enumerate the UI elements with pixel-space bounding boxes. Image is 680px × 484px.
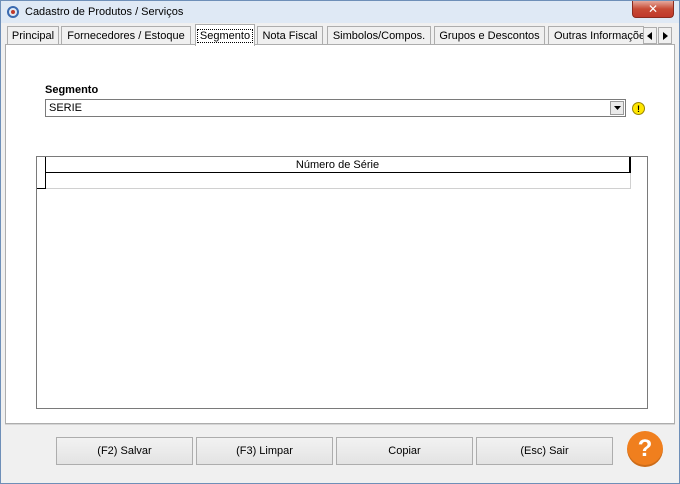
tab-simbolos-compos[interactable]: Simbolos/Compos.	[327, 26, 431, 45]
app-window: Cadastro de Produtos / Serviços ✕ Princi…	[0, 0, 680, 484]
chevron-down-icon	[613, 106, 621, 110]
grid-corner	[37, 157, 46, 173]
segmento-select[interactable]: SERIE	[45, 99, 626, 117]
tab-grupos-descontos[interactable]: Grupos e Descontos	[434, 26, 545, 45]
tab-nota-fiscal[interactable]: Nota Fiscal	[257, 26, 323, 45]
tab-segmento[interactable]: Segmento	[195, 24, 255, 46]
question-mark-icon: ?	[637, 435, 653, 462]
footer-divider	[5, 424, 675, 425]
close-icon: ✕	[647, 2, 659, 16]
save-button[interactable]: (F2) Salvar	[56, 437, 193, 465]
serial-number-grid[interactable]: Número de Série	[36, 156, 648, 409]
close-button[interactable]: ✕	[632, 1, 674, 18]
tab-page-segmento: Segmento SERIE ! Número de Série	[5, 44, 675, 424]
grid-cell[interactable]	[46, 173, 631, 189]
row-indicator[interactable]	[37, 173, 46, 189]
arrow-left-icon	[647, 31, 652, 40]
dropdown-button[interactable]	[610, 101, 624, 115]
tab-principal[interactable]: Principal	[7, 26, 59, 45]
warning-icon: !	[632, 102, 645, 115]
tab-fornecedores-estoque[interactable]: Fornecedores / Estoque	[61, 26, 191, 45]
segmento-label: Segmento	[45, 84, 99, 96]
clear-button[interactable]: (F3) Limpar	[196, 437, 333, 465]
copy-button[interactable]: Copiar	[336, 437, 473, 465]
tab-scroll-right-button[interactable]	[658, 27, 672, 44]
tab-outras-informacoes[interactable]: Outras Informações	[548, 26, 644, 45]
client-area: Principal Fornecedores / Estoque Segment…	[5, 23, 675, 480]
exit-button[interactable]: (Esc) Sair	[476, 437, 613, 465]
window-title: Cadastro de Produtos / Serviços	[25, 6, 184, 18]
help-button[interactable]: ?	[627, 431, 663, 467]
segmento-select-value: SERIE	[49, 102, 83, 114]
grid-column-header[interactable]: Número de Série	[46, 157, 631, 173]
app-icon	[7, 6, 19, 18]
tab-scroll-left-button[interactable]	[643, 27, 657, 44]
arrow-right-icon	[663, 31, 668, 40]
title-bar[interactable]: Cadastro de Produtos / Serviços ✕	[1, 1, 679, 23]
tab-strip: Principal Fornecedores / Estoque Segment…	[5, 24, 675, 46]
